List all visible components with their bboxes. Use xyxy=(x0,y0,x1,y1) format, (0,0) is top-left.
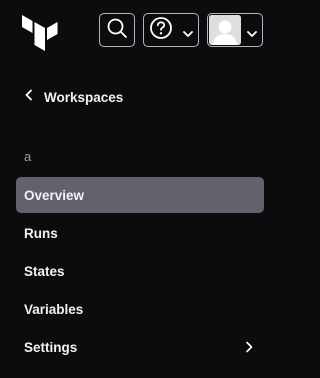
nav-item-states[interactable]: States xyxy=(16,253,264,289)
chevron-down-icon xyxy=(183,25,193,43)
terraform-logo-icon[interactable] xyxy=(22,15,58,51)
back-link-label: Workspaces xyxy=(44,89,124,105)
nav-item-settings[interactable]: Settings xyxy=(16,329,264,365)
help-circle-icon xyxy=(149,16,173,45)
user-avatar-icon xyxy=(209,15,241,45)
help-menu-button[interactable] xyxy=(143,13,199,47)
nav-item-label: Runs xyxy=(24,225,58,241)
sidebar: Workspaces a Overview Runs States Variab… xyxy=(0,0,277,378)
search-icon xyxy=(106,17,128,44)
nav-item-label: Variables xyxy=(24,301,84,317)
user-menu-button[interactable] xyxy=(207,13,263,47)
chevron-left-icon xyxy=(24,88,34,106)
nav-item-label: Settings xyxy=(24,339,78,355)
chevron-right-icon xyxy=(245,341,253,356)
nav-item-label: States xyxy=(24,263,65,279)
nav-item-variables[interactable]: Variables xyxy=(16,291,264,327)
nav-item-overview[interactable]: Overview xyxy=(16,177,264,213)
workspace-name: a xyxy=(24,149,32,164)
chevron-down-icon xyxy=(247,25,257,43)
back-to-workspaces-link[interactable]: Workspaces xyxy=(24,86,123,108)
nav-item-label: Overview xyxy=(24,187,85,203)
workspace-nav: Overview Runs States Variables Settings xyxy=(16,177,264,367)
top-bar xyxy=(0,0,277,62)
nav-item-runs[interactable]: Runs xyxy=(16,215,264,251)
search-button[interactable] xyxy=(99,13,135,47)
